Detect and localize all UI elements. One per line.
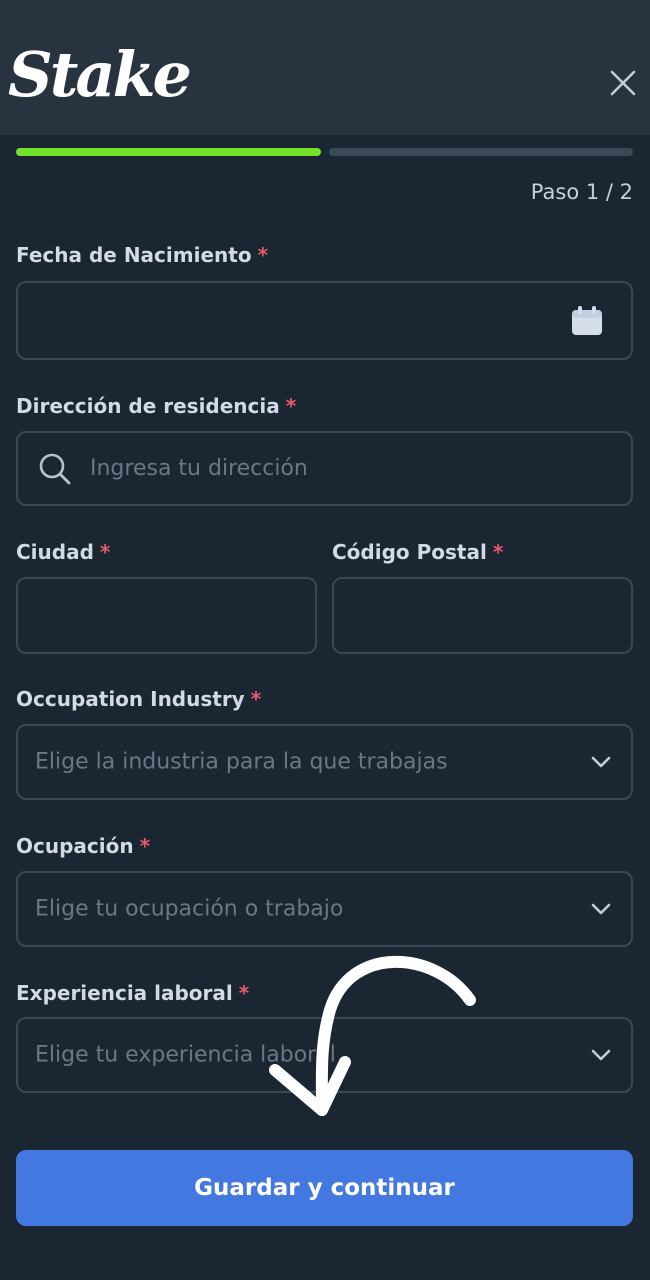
- required-mark: *: [238, 981, 250, 1005]
- occupation-placeholder: Elige tu ocupación o trabajo: [35, 896, 344, 922]
- progress-step-1: [16, 148, 321, 156]
- postal-code-field[interactable]: [332, 577, 633, 654]
- postal-code-label: Código Postal *: [332, 540, 503, 564]
- address-field[interactable]: [16, 431, 633, 506]
- required-mark: *: [99, 540, 111, 564]
- postal-code-input[interactable]: [334, 579, 631, 652]
- close-button[interactable]: [604, 64, 642, 102]
- address-label: Dirección de residencia *: [16, 394, 296, 418]
- progress-bar: [16, 148, 633, 156]
- stake-logo: Stake: [8, 38, 192, 111]
- header: Stake: [0, 0, 650, 135]
- city-label: Ciudad *: [16, 540, 110, 564]
- industry-label-text: Occupation Industry: [16, 687, 245, 711]
- occupation-select[interactable]: Elige tu ocupación o trabajo: [16, 871, 633, 947]
- required-mark: *: [139, 834, 151, 858]
- industry-select[interactable]: Elige la industria para la que trabajas: [16, 724, 633, 800]
- birth-date-label: Fecha de Nacimiento *: [16, 243, 268, 267]
- city-input[interactable]: [18, 579, 315, 652]
- required-mark: *: [492, 540, 504, 564]
- address-input[interactable]: [18, 433, 631, 504]
- industry-placeholder: Elige la industria para la que trabajas: [35, 749, 448, 775]
- progress-step-2: [329, 148, 633, 156]
- close-icon: [610, 70, 636, 96]
- occupation-label-text: Ocupación: [16, 834, 134, 858]
- save-continue-button[interactable]: Guardar y continuar: [16, 1150, 633, 1226]
- industry-label: Occupation Industry *: [16, 687, 261, 711]
- city-field[interactable]: [16, 577, 317, 654]
- registration-page: Stake Paso 1 / 2 Fecha de Nacimiento * Di…: [0, 0, 650, 1280]
- birth-date-input[interactable]: [18, 283, 631, 358]
- postal-code-label-text: Código Postal: [332, 540, 487, 564]
- experience-label-text: Experiencia laboral: [16, 981, 233, 1005]
- occupation-label: Ocupación *: [16, 834, 150, 858]
- chevron-down-icon: [591, 756, 611, 768]
- birth-date-label-text: Fecha de Nacimiento: [16, 243, 252, 267]
- birth-date-field[interactable]: [16, 281, 633, 360]
- city-label-text: Ciudad: [16, 540, 94, 564]
- required-mark: *: [250, 687, 262, 711]
- experience-select[interactable]: Elige tu experiencia laboral: [16, 1017, 633, 1093]
- required-mark: *: [257, 243, 269, 267]
- chevron-down-icon: [591, 1049, 611, 1061]
- calendar-icon[interactable]: [571, 305, 603, 336]
- address-label-text: Dirección de residencia: [16, 394, 280, 418]
- experience-label: Experiencia laboral *: [16, 981, 249, 1005]
- chevron-down-icon: [591, 903, 611, 915]
- required-mark: *: [285, 394, 297, 418]
- step-indicator: Paso 1 / 2: [530, 180, 633, 204]
- experience-placeholder: Elige tu experiencia laboral: [35, 1042, 336, 1068]
